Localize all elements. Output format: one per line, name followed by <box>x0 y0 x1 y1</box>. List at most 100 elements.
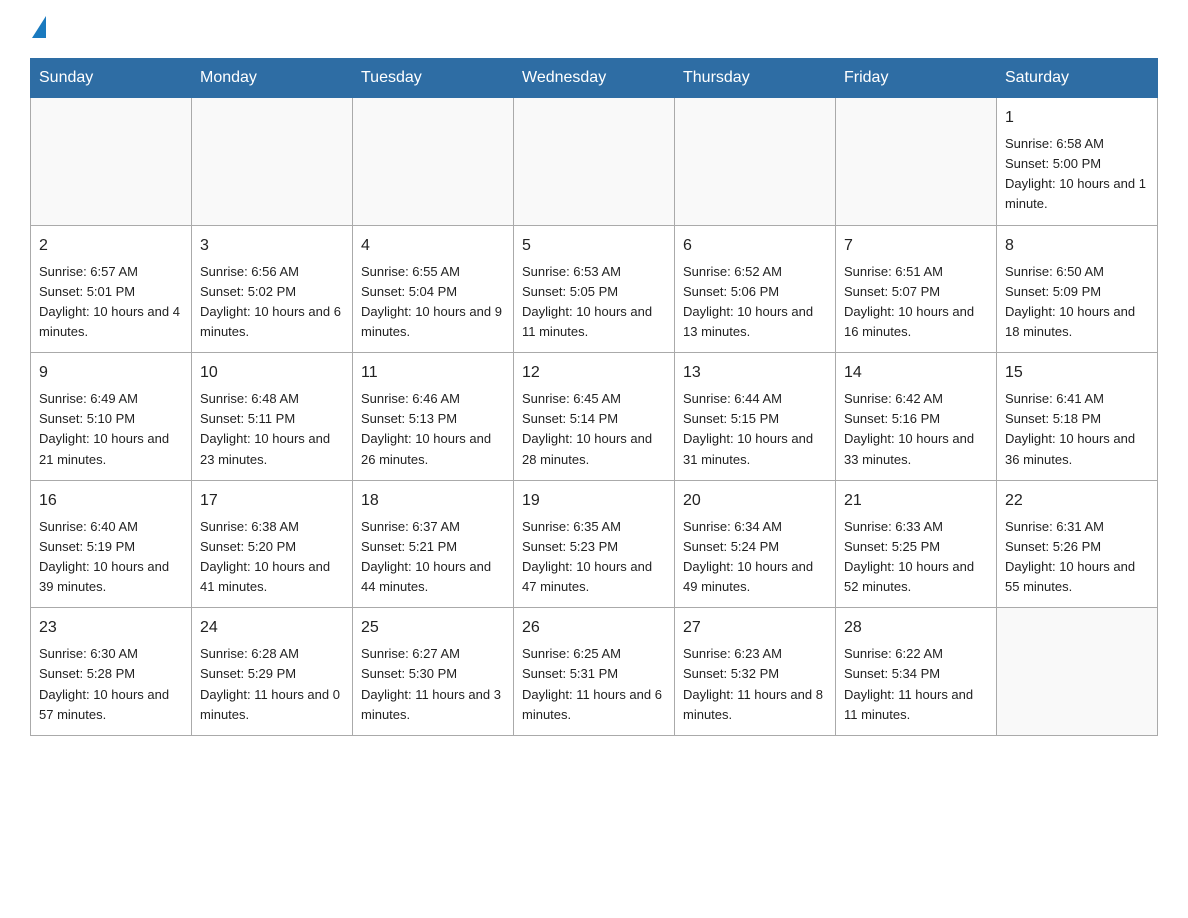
day-info: Sunrise: 6:56 AM Sunset: 5:02 PM Dayligh… <box>200 262 344 343</box>
calendar-cell: 13 Sunrise: 6:44 AM Sunset: 5:15 PM Dayli… <box>675 353 836 481</box>
calendar-cell <box>836 98 997 226</box>
day-number: 4 <box>361 234 505 258</box>
calendar-table: SundayMondayTuesdayWednesdayThursdayFrid… <box>30 58 1158 736</box>
calendar-cell: 7Sunrise: 6:51 AM Sunset: 5:07 PM Daylig… <box>836 225 997 353</box>
day-number: 17 <box>200 489 344 513</box>
day-header-saturday: Saturday <box>997 59 1158 98</box>
calendar-cell: 8 Sunrise: 6:50 AM Sunset: 5:09 PM Daylig… <box>997 225 1158 353</box>
calendar-cell: 11 Sunrise: 6:46 AM Sunset: 5:13 PM Dayli… <box>353 353 514 481</box>
day-number: 23 <box>39 616 183 640</box>
day-header-tuesday: Tuesday <box>353 59 514 98</box>
calendar-cell: 6 Sunrise: 6:52 AM Sunset: 5:06 PM Daylig… <box>675 225 836 353</box>
day-number: 20 <box>683 489 827 513</box>
day-info: Sunrise: 6:37 AM Sunset: 5:21 PM Dayligh… <box>361 517 505 598</box>
day-number: 12 <box>522 361 666 385</box>
week-row-1: 1 Sunrise: 6:58 AM Sunset: 5:00 PM Daylig… <box>31 98 1158 226</box>
day-info: Sunrise: 6:22 AM Sunset: 5:34 PM Dayligh… <box>844 644 988 725</box>
day-number: 28 <box>844 616 988 640</box>
calendar-cell: 12 Sunrise: 6:45 AM Sunset: 5:14 PM Dayli… <box>514 353 675 481</box>
calendar-cell <box>514 98 675 226</box>
day-header-thursday: Thursday <box>675 59 836 98</box>
day-info: Sunrise: 6:48 AM Sunset: 5:11 PM Dayligh… <box>200 389 344 470</box>
calendar-cell: 9 Sunrise: 6:49 AM Sunset: 5:10 PM Daylig… <box>31 353 192 481</box>
week-row-5: 23 Sunrise: 6:30 AM Sunset: 5:28 PM Dayli… <box>31 608 1158 736</box>
day-info: Sunrise: 6:50 AM Sunset: 5:09 PM Dayligh… <box>1005 262 1149 343</box>
day-number: 6 <box>683 234 827 258</box>
calendar-cell: 21 Sunrise: 6:33 AM Sunset: 5:25 PM Dayli… <box>836 480 997 608</box>
calendar-cell: 3 Sunrise: 6:56 AM Sunset: 5:02 PM Daylig… <box>192 225 353 353</box>
day-number: 21 <box>844 489 988 513</box>
day-number: 22 <box>1005 489 1149 513</box>
calendar-cell: 16Sunrise: 6:40 AM Sunset: 5:19 PM Dayli… <box>31 480 192 608</box>
day-header-friday: Friday <box>836 59 997 98</box>
day-number: 25 <box>361 616 505 640</box>
logo <box>30 20 46 38</box>
calendar-cell: 26 Sunrise: 6:25 AM Sunset: 5:31 PM Dayli… <box>514 608 675 736</box>
day-header-wednesday: Wednesday <box>514 59 675 98</box>
day-info: Sunrise: 6:55 AM Sunset: 5:04 PM Dayligh… <box>361 262 505 343</box>
day-info: Sunrise: 6:38 AM Sunset: 5:20 PM Dayligh… <box>200 517 344 598</box>
day-number: 3 <box>200 234 344 258</box>
calendar-cell: 14 Sunrise: 6:42 AM Sunset: 5:16 PM Dayli… <box>836 353 997 481</box>
page-header <box>30 20 1158 38</box>
logo-text-block <box>30 20 46 38</box>
calendar-cell: 20 Sunrise: 6:34 AM Sunset: 5:24 PM Dayli… <box>675 480 836 608</box>
calendar-cell <box>353 98 514 226</box>
day-info: Sunrise: 6:45 AM Sunset: 5:14 PM Dayligh… <box>522 389 666 470</box>
week-row-3: 9 Sunrise: 6:49 AM Sunset: 5:10 PM Daylig… <box>31 353 1158 481</box>
day-number: 18 <box>361 489 505 513</box>
week-row-4: 16Sunrise: 6:40 AM Sunset: 5:19 PM Dayli… <box>31 480 1158 608</box>
day-number: 13 <box>683 361 827 385</box>
day-info: Sunrise: 6:58 AM Sunset: 5:00 PM Dayligh… <box>1005 134 1149 215</box>
day-number: 16 <box>39 489 183 513</box>
day-info: Sunrise: 6:25 AM Sunset: 5:31 PM Dayligh… <box>522 644 666 725</box>
day-number: 7 <box>844 234 988 258</box>
day-number: 2 <box>39 234 183 258</box>
day-info: Sunrise: 6:30 AM Sunset: 5:28 PM Dayligh… <box>39 644 183 725</box>
calendar-cell: 17 Sunrise: 6:38 AM Sunset: 5:20 PM Dayli… <box>192 480 353 608</box>
day-number: 24 <box>200 616 344 640</box>
day-info: Sunrise: 6:28 AM Sunset: 5:29 PM Dayligh… <box>200 644 344 725</box>
day-number: 8 <box>1005 234 1149 258</box>
day-number: 26 <box>522 616 666 640</box>
day-info: Sunrise: 6:52 AM Sunset: 5:06 PM Dayligh… <box>683 262 827 343</box>
day-info: Sunrise: 6:44 AM Sunset: 5:15 PM Dayligh… <box>683 389 827 470</box>
calendar-cell: 5 Sunrise: 6:53 AM Sunset: 5:05 PM Daylig… <box>514 225 675 353</box>
day-info: Sunrise: 6:53 AM Sunset: 5:05 PM Dayligh… <box>522 262 666 343</box>
calendar-cell <box>997 608 1158 736</box>
calendar-cell: 23 Sunrise: 6:30 AM Sunset: 5:28 PM Dayli… <box>31 608 192 736</box>
logo-triangle-icon <box>32 16 46 38</box>
day-info: Sunrise: 6:34 AM Sunset: 5:24 PM Dayligh… <box>683 517 827 598</box>
day-info: Sunrise: 6:31 AM Sunset: 5:26 PM Dayligh… <box>1005 517 1149 598</box>
day-number: 14 <box>844 361 988 385</box>
day-header-sunday: Sunday <box>31 59 192 98</box>
calendar-cell <box>31 98 192 226</box>
calendar-cell: 22 Sunrise: 6:31 AM Sunset: 5:26 PM Dayli… <box>997 480 1158 608</box>
day-number: 1 <box>1005 106 1149 130</box>
day-info: Sunrise: 6:27 AM Sunset: 5:30 PM Dayligh… <box>361 644 505 725</box>
day-number: 5 <box>522 234 666 258</box>
calendar-cell: 25 Sunrise: 6:27 AM Sunset: 5:30 PM Dayli… <box>353 608 514 736</box>
day-info: Sunrise: 6:46 AM Sunset: 5:13 PM Dayligh… <box>361 389 505 470</box>
day-number: 19 <box>522 489 666 513</box>
calendar-cell: 15Sunrise: 6:41 AM Sunset: 5:18 PM Dayli… <box>997 353 1158 481</box>
day-info: Sunrise: 6:42 AM Sunset: 5:16 PM Dayligh… <box>844 389 988 470</box>
calendar-cell: 28 Sunrise: 6:22 AM Sunset: 5:34 PM Dayli… <box>836 608 997 736</box>
calendar-cell: 2Sunrise: 6:57 AM Sunset: 5:01 PM Daylig… <box>31 225 192 353</box>
day-info: Sunrise: 6:33 AM Sunset: 5:25 PM Dayligh… <box>844 517 988 598</box>
calendar-cell: 27Sunrise: 6:23 AM Sunset: 5:32 PM Dayli… <box>675 608 836 736</box>
calendar-cell <box>192 98 353 226</box>
day-number: 9 <box>39 361 183 385</box>
calendar-cell: 18 Sunrise: 6:37 AM Sunset: 5:21 PM Dayli… <box>353 480 514 608</box>
day-info: Sunrise: 6:35 AM Sunset: 5:23 PM Dayligh… <box>522 517 666 598</box>
calendar-cell: 19 Sunrise: 6:35 AM Sunset: 5:23 PM Dayli… <box>514 480 675 608</box>
day-header-monday: Monday <box>192 59 353 98</box>
day-info: Sunrise: 6:49 AM Sunset: 5:10 PM Dayligh… <box>39 389 183 470</box>
calendar-cell <box>675 98 836 226</box>
week-row-2: 2Sunrise: 6:57 AM Sunset: 5:01 PM Daylig… <box>31 225 1158 353</box>
calendar-cell: 4 Sunrise: 6:55 AM Sunset: 5:04 PM Daylig… <box>353 225 514 353</box>
day-number: 11 <box>361 361 505 385</box>
calendar-header-row: SundayMondayTuesdayWednesdayThursdayFrid… <box>31 59 1158 98</box>
calendar-cell: 24 Sunrise: 6:28 AM Sunset: 5:29 PM Dayli… <box>192 608 353 736</box>
day-number: 15 <box>1005 361 1149 385</box>
